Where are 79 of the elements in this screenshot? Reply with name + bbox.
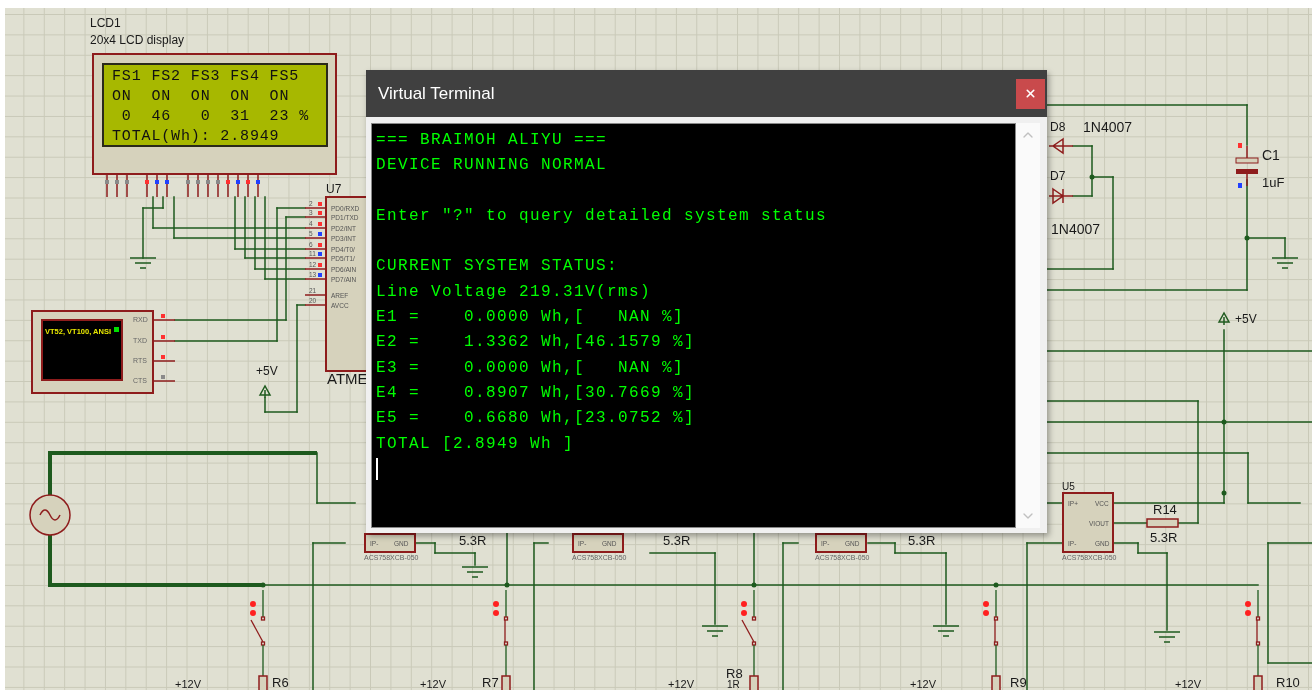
terminal-line: E3 = 0.0000 Wh,[ NAN %] [376,357,686,379]
component-reference: R8 [726,667,743,681]
component-reference: R7 [482,676,499,690]
component-value: 1R [727,679,740,690]
ground-icon [1153,631,1181,643]
lcd-text: TOTAL(Wh): 2.8949 [112,127,281,147]
terminal-line: E4 = 0.8907 Wh,[30.7669 %] [376,382,697,404]
resistor-icon [1146,518,1179,528]
lcd-text: FS1 FS2 FS3 FS4 FS5 [112,67,301,87]
diode-icon [1048,188,1074,204]
window-title: Virtual Terminal [378,83,495,104]
component-value: 5.3R [1150,531,1178,546]
component-value: 5.3R [908,534,936,549]
terminal-line: TOTAL [2.8949 Wh ] [376,433,576,455]
chip-name: ATME [327,371,368,388]
power-label: +12V [420,678,446,690]
close-button[interactable] [1016,78,1045,109]
component-reference: R6 [272,676,289,690]
ac-source-icon [29,494,71,536]
wire [1046,502,1063,504]
terminal-line: Line Voltage 219.31V(rms) [376,281,653,303]
ground-icon [932,625,960,637]
ground-icon [1271,257,1299,269]
ground-icon [461,566,489,578]
capacitor-icon [1235,143,1259,188]
component-reference: D7 [1050,170,1066,184]
schematic-canvas[interactable] [5,8,1312,690]
ground-icon [129,257,157,269]
component-reference: R10 [1276,676,1300,690]
terminal-line: Enter "?" to query detailed system status [376,205,829,227]
component-reference: C1 [1262,148,1280,164]
component-reference: U5 [1062,481,1075,492]
resistor-icon [258,675,268,690]
lcd-text: ON ON ON ON ON [112,87,291,107]
resistor-icon [749,675,759,690]
power-label: +5V [1235,313,1257,327]
terminal-line: E5 = 0.6680 Wh,[23.0752 %] [376,408,697,430]
close-icon [1024,87,1037,100]
power-label: +5V [256,365,278,379]
lcd-text: 0 46 0 31 23 % [120,107,311,127]
component-reference: LCD1 [90,17,121,31]
terminal-line: === BRAIMOH ALIYU === [376,130,609,151]
component-value: 1N4007 [1083,120,1133,136]
component-value: 5.3R [459,534,487,549]
status-led-icon [114,327,119,332]
resistor-icon [991,675,1001,690]
junction-dot [1221,490,1227,496]
junction-dot [1244,235,1250,241]
power-label: +12V [910,678,936,690]
power-label: +12V [175,678,201,690]
terminal-line: E1 = 0.0000 Wh,[ NAN %] [376,307,686,329]
component-value: 5.3R [663,534,691,549]
component-reference: U7 [326,183,342,197]
terminal-line: DEVICE RUNNING NORMAL [376,155,609,177]
power-arrow-icon [259,384,271,399]
junction-dot [1221,419,1227,425]
junction-dot [751,582,757,588]
component-value: 1N4007 [1051,222,1101,238]
terminal-line: CURRENT SYSTEM STATUS: [376,256,620,278]
power-arrow-icon [1218,311,1230,326]
text-cursor [376,458,378,481]
component-description: 20x4 LCD display [90,34,185,48]
diode-icon [1048,138,1074,154]
junction-dot [993,582,999,588]
component-reference: R9 [1010,676,1027,690]
component-value: 1uF [1262,176,1285,191]
junction-dot [504,582,510,588]
terminal-output[interactable] [371,123,1016,528]
power-label: +12V [668,678,694,690]
resistor-icon [501,675,511,690]
power-label: +12V [1175,678,1201,690]
resistor-icon [1253,675,1263,690]
junction-dot [260,582,266,588]
component-reference: D8 [1050,121,1066,135]
component-reference: R14 [1153,503,1177,518]
terminal-line: E2 = 1.3362 Wh,[46.1579 %] [376,332,697,354]
wire [1112,522,1148,524]
junction-dot [1089,174,1095,180]
ground-icon [701,625,729,637]
